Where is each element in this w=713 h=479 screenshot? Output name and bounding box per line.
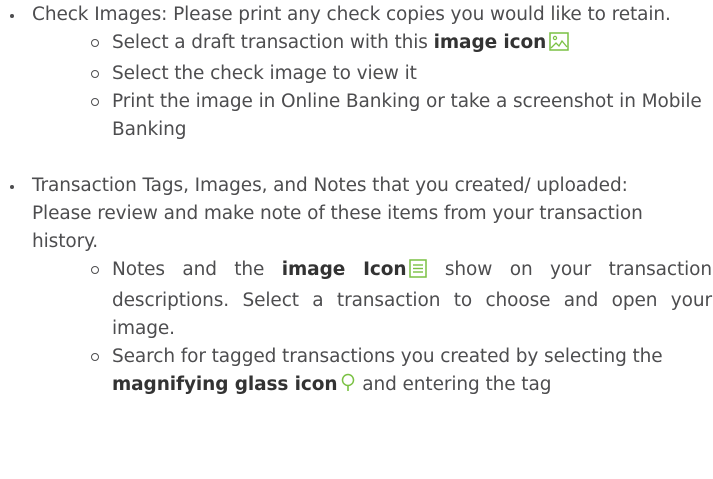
- magnifying-glass-icon: [340, 373, 356, 402]
- step-select-check-image: Select the check image to view it: [58, 60, 712, 88]
- check-images-intro: Check Images: Please print any check cop…: [32, 4, 671, 25]
- image-icon-label-2: image Icon: [281, 259, 407, 280]
- step-notes-image-icon: Notes and the image Icon show on your tr…: [58, 256, 712, 343]
- step-print-image: Print the image in Online Banking or tak…: [58, 88, 712, 144]
- step-print-image-text: Print the image in Online Banking or tak…: [112, 91, 702, 140]
- picture-icon: [549, 32, 569, 60]
- step-search-tags: Search for tagged transactions you creat…: [58, 343, 712, 402]
- transaction-tags-section: Transaction Tags, Images, and Notes that…: [0, 172, 712, 402]
- step-select-check-image-text: Select the check image to view it: [112, 63, 417, 84]
- step-search-text-before: Search for tagged transactions you creat…: [112, 346, 663, 367]
- sub-bullet: [91, 266, 99, 274]
- step-notes-text-before: Notes and the: [112, 259, 282, 280]
- magnifying-glass-icon-label: magnifying glass icon: [112, 374, 338, 395]
- check-images-section: Check Images: Please print any check cop…: [0, 1, 702, 144]
- sub-bullet: [91, 98, 99, 106]
- step-search-text-after: and entering the tag: [356, 374, 552, 395]
- transaction-tags-steps: Notes and the image Icon show on your tr…: [32, 256, 712, 402]
- sub-bullet: [91, 353, 99, 361]
- check-images-steps: Select a draft transaction with this ima…: [32, 29, 702, 144]
- sub-bullet: [91, 70, 99, 78]
- notes-icon: [409, 259, 428, 287]
- document-page: Check Images: Please print any check cop…: [0, 0, 713, 479]
- instructions-list: Check Images: Please print any check cop…: [0, 1, 713, 402]
- sub-bullet: [91, 39, 99, 47]
- step-select-draft-text: Select a draft transaction with this: [112, 32, 434, 53]
- image-icon-label: image icon: [433, 32, 547, 53]
- step-select-draft: Select a draft transaction with this ima…: [58, 29, 712, 60]
- transaction-tags-intro: Transaction Tags, Images, and Notes that…: [32, 175, 643, 252]
